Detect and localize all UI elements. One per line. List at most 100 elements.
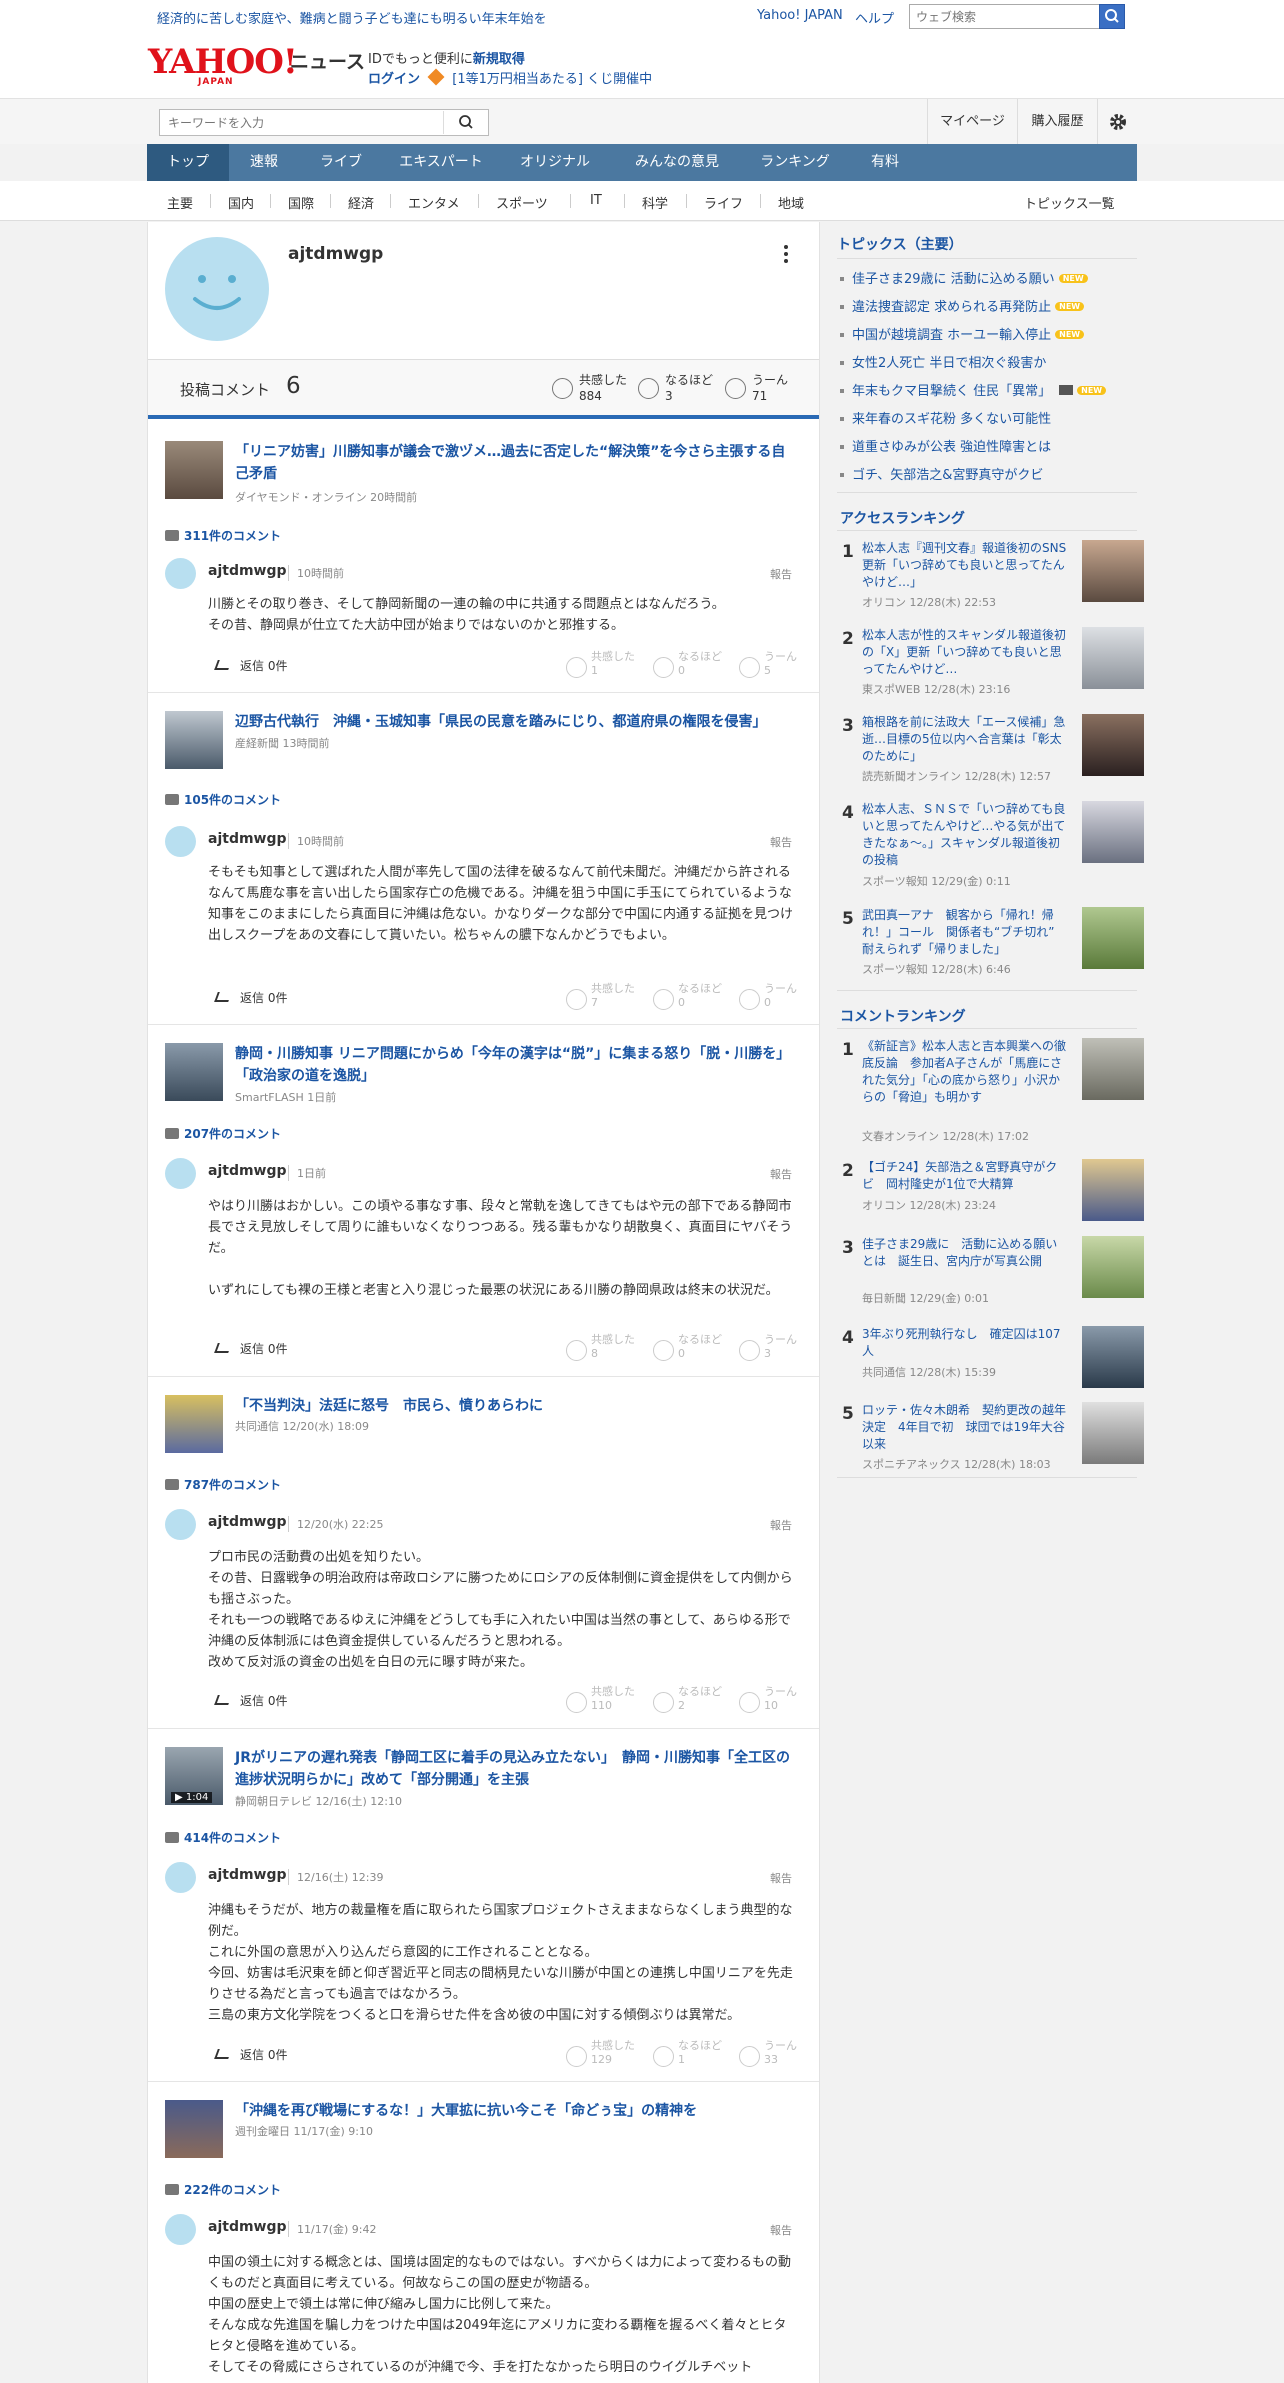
- uun-icon[interactable]: [739, 2046, 760, 2067]
- comment-count-link[interactable]: 311件のコメント: [165, 527, 281, 544]
- kuji-link[interactable]: [1等1万円相当あたる] くじ開催中: [452, 72, 652, 87]
- category-local[interactable]: 地域: [778, 193, 804, 212]
- category-sports[interactable]: スポーツ: [496, 193, 548, 212]
- rank-title[interactable]: ロッテ・佐々木朗希 契約更改の越年決定 4年目で初 球団では19年大谷以来: [862, 1402, 1067, 1453]
- yahoo-japan-link[interactable]: Yahoo! JAPAN: [757, 8, 843, 23]
- uun-reaction[interactable]: うーん 33: [764, 2039, 797, 2067]
- rank-thumbnail[interactable]: [1082, 1038, 1144, 1100]
- web-search-input[interactable]: [909, 4, 1099, 29]
- settings-button[interactable]: [1097, 99, 1137, 145]
- rank-thumbnail[interactable]: [1082, 540, 1144, 602]
- article-title-link[interactable]: 辺野古代執行 沖縄・玉城知事「県民の民意を踏みにじり、都道府県の権限を侵害」: [235, 711, 795, 733]
- category-entertainment[interactable]: エンタメ: [408, 193, 460, 212]
- rank-thumbnail[interactable]: [1082, 627, 1144, 689]
- category-domestic[interactable]: 国内: [228, 193, 254, 212]
- news-search-button[interactable]: [443, 111, 487, 134]
- topic-item[interactable]: 年末もクマ目撃続く 住民「異常」 NEW: [840, 380, 1107, 399]
- category-it[interactable]: IT: [590, 193, 602, 208]
- nav-tab-ranking[interactable]: ランキング: [743, 144, 847, 181]
- empathy-reaction[interactable]: 共感した 110: [591, 1685, 635, 1713]
- nav-tab-original[interactable]: オリジナル: [499, 144, 611, 181]
- ranking-item[interactable]: 3 佳子さま29歳に 活動に込める願いとは 誕生日、宮内庁が写真公開 毎日新聞 …: [837, 1234, 1144, 1310]
- rank-title[interactable]: 松本人志『週刊文春』報道後初のSNS更新「いつ辞めても良いと思ってたんやけど…」: [862, 540, 1067, 591]
- report-link[interactable]: 報告: [770, 1166, 792, 1182]
- rank-title[interactable]: 箱根路を前に法政大「エース候補」急逝…目標の5位以内へ合言葉は「彰太のために」: [862, 714, 1067, 765]
- ranking-item[interactable]: 1 松本人志『週刊文春』報道後初のSNS更新「いつ辞めても良いと思ってたんやけど…: [837, 538, 1144, 614]
- rank-thumbnail[interactable]: [1082, 1402, 1144, 1464]
- article-title-link[interactable]: 「沖縄を再び戦場にするな！」大軍拡に抗い今こそ「命どぅ宝」の精神を: [235, 2100, 795, 2122]
- reply-button[interactable]: 返信 0件: [214, 2046, 287, 2063]
- comment-username[interactable]: ajtdmwgp: [208, 1514, 287, 1530]
- nav-tab-opinion[interactable]: みんなの意見: [611, 144, 743, 181]
- empathy-reaction[interactable]: 共感した 129: [591, 2039, 635, 2067]
- empathy-reaction[interactable]: 共感した 1: [591, 650, 635, 678]
- rank-thumbnail[interactable]: [1082, 907, 1144, 969]
- empathy-reaction[interactable]: 共感した 8: [591, 1333, 635, 1361]
- empathy-icon[interactable]: [566, 1340, 587, 1361]
- report-link[interactable]: 報告: [770, 2222, 792, 2238]
- register-link[interactable]: 新規取得: [473, 52, 525, 67]
- topic-item[interactable]: ゴチ、矢部浩之&宮野真守がクビ: [840, 464, 1043, 483]
- login-link[interactable]: ログイン: [368, 72, 420, 87]
- nav-tab-live[interactable]: ライブ: [299, 144, 383, 181]
- help-link[interactable]: ヘルプ: [855, 8, 894, 27]
- comment-username[interactable]: ajtdmwgp: [208, 2219, 287, 2235]
- purchase-history-link[interactable]: 購入履歴: [1017, 99, 1097, 145]
- topic-item[interactable]: 違法捜査認定 求められる再発防止 NEW: [840, 296, 1085, 315]
- rank-thumbnail[interactable]: [1082, 801, 1144, 863]
- comment-count-link[interactable]: 105件のコメント: [165, 791, 281, 808]
- topic-item[interactable]: 佳子さま29歳に 活動に込める願い NEW: [840, 268, 1088, 287]
- ranking-item[interactable]: 2 【ゴチ24】矢部浩之＆宮野真守がクビ 岡村隆史が1位で大精算 オリコン 12…: [837, 1157, 1144, 1233]
- empathy-icon[interactable]: [566, 657, 587, 678]
- empathy-icon[interactable]: [566, 989, 587, 1010]
- yahoo-logo[interactable]: YAHOO! JAPAN: [148, 45, 298, 87]
- comment-count-link[interactable]: 414件のコメント: [165, 1829, 281, 1846]
- report-link[interactable]: 報告: [770, 1870, 792, 1886]
- ranking-item[interactable]: 5 ロッテ・佐々木朗希 契約更改の越年決定 4年目で初 球団では19年大谷以来 …: [837, 1400, 1144, 1476]
- category-main[interactable]: 主要: [167, 193, 193, 212]
- article-thumbnail[interactable]: [165, 2100, 223, 2158]
- promo-link[interactable]: 経済的に苦しむ家庭や、難病と闘う子ども達にも明るい年末年始を: [157, 8, 547, 27]
- category-life[interactable]: ライフ: [704, 193, 743, 212]
- category-world[interactable]: 国際: [288, 193, 314, 212]
- rank-thumbnail[interactable]: [1082, 714, 1144, 776]
- article-thumbnail[interactable]: ▶ 1:04: [165, 1747, 223, 1805]
- report-link[interactable]: 報告: [770, 566, 792, 582]
- rank-thumbnail[interactable]: [1082, 1159, 1144, 1221]
- topic-item[interactable]: 来年春のスギ花粉 多くない可能性: [840, 408, 1051, 427]
- rank-title[interactable]: 【ゴチ24】矢部浩之＆宮野真守がクビ 岡村隆史が1位で大精算: [862, 1159, 1067, 1193]
- article-title-link[interactable]: 「不当判決」法廷に怒号 市民ら、憤りあらわに: [235, 1395, 795, 1417]
- article-title-link[interactable]: 「リニア妨害」川勝知事が議会で激ヅメ…過去に否定した“解決策”を今さら主張する自…: [235, 441, 795, 485]
- rank-title[interactable]: 《新証言》松本人志と吉本興業への徹底反論 参加者A子さんが「馬鹿にされた気分」「…: [862, 1038, 1067, 1106]
- reply-button[interactable]: 返信 0件: [214, 1692, 287, 1709]
- naruhodo-reaction[interactable]: なるほど 1: [678, 2039, 722, 2067]
- topic-item[interactable]: 道重さゆみが公表 強迫性障害とは: [840, 436, 1051, 455]
- comment-count-link[interactable]: 787件のコメント: [165, 1476, 281, 1493]
- uun-reaction[interactable]: うーん 10: [764, 1685, 797, 1713]
- ranking-item[interactable]: 4 松本人志、ＳＮＳで「いつ辞めても良いと思ってたんやけど…やる気が出てきたなぁ…: [837, 799, 1144, 888]
- reply-button[interactable]: 返信 0件: [214, 989, 287, 1006]
- naruhodo-icon[interactable]: [653, 2046, 674, 2067]
- rank-title[interactable]: 3年ぶり死刑執行なし 確定囚は107人: [862, 1326, 1067, 1360]
- article-thumbnail[interactable]: [165, 1395, 223, 1453]
- comment-username[interactable]: ajtdmwgp: [208, 563, 287, 579]
- naruhodo-reaction[interactable]: なるほど 0: [678, 982, 722, 1010]
- naruhodo-icon[interactable]: [653, 1340, 674, 1361]
- article-title-link[interactable]: JRがリニアの遅れ発表「静岡工区に着手の見込み立たない」 静岡・川勝知事「全工区…: [235, 1747, 795, 1791]
- rank-thumbnail[interactable]: [1082, 1236, 1144, 1298]
- topic-item[interactable]: 中国が越境調査 ホーユー輸入停止 NEW: [840, 324, 1085, 343]
- rank-title[interactable]: 松本人志が性的スキャンダル報道後初の「X」更新「いつ辞めても良いと思ってたんやけ…: [862, 627, 1067, 678]
- rank-thumbnail[interactable]: [1082, 1326, 1144, 1388]
- mypage-link[interactable]: マイページ: [927, 99, 1017, 145]
- uun-reaction[interactable]: うーん 0: [764, 982, 797, 1010]
- ranking-item[interactable]: 3 箱根路を前に法政大「エース候補」急逝…目標の5位以内へ合言葉は「彰太のために…: [837, 712, 1144, 788]
- reply-button[interactable]: 返信 0件: [214, 657, 287, 674]
- uun-icon[interactable]: [739, 1692, 760, 1713]
- uun-reaction[interactable]: うーん 5: [764, 650, 797, 678]
- comment-username[interactable]: ajtdmwgp: [208, 831, 287, 847]
- ranking-item[interactable]: 1 《新証言》松本人志と吉本興業への徹底反論 参加者A子さんが「馬鹿にされた気分…: [837, 1036, 1144, 1146]
- uun-icon[interactable]: [739, 989, 760, 1010]
- comment-username[interactable]: ajtdmwgp: [208, 1163, 287, 1179]
- more-menu-button[interactable]: [776, 242, 796, 266]
- naruhodo-icon[interactable]: [653, 1692, 674, 1713]
